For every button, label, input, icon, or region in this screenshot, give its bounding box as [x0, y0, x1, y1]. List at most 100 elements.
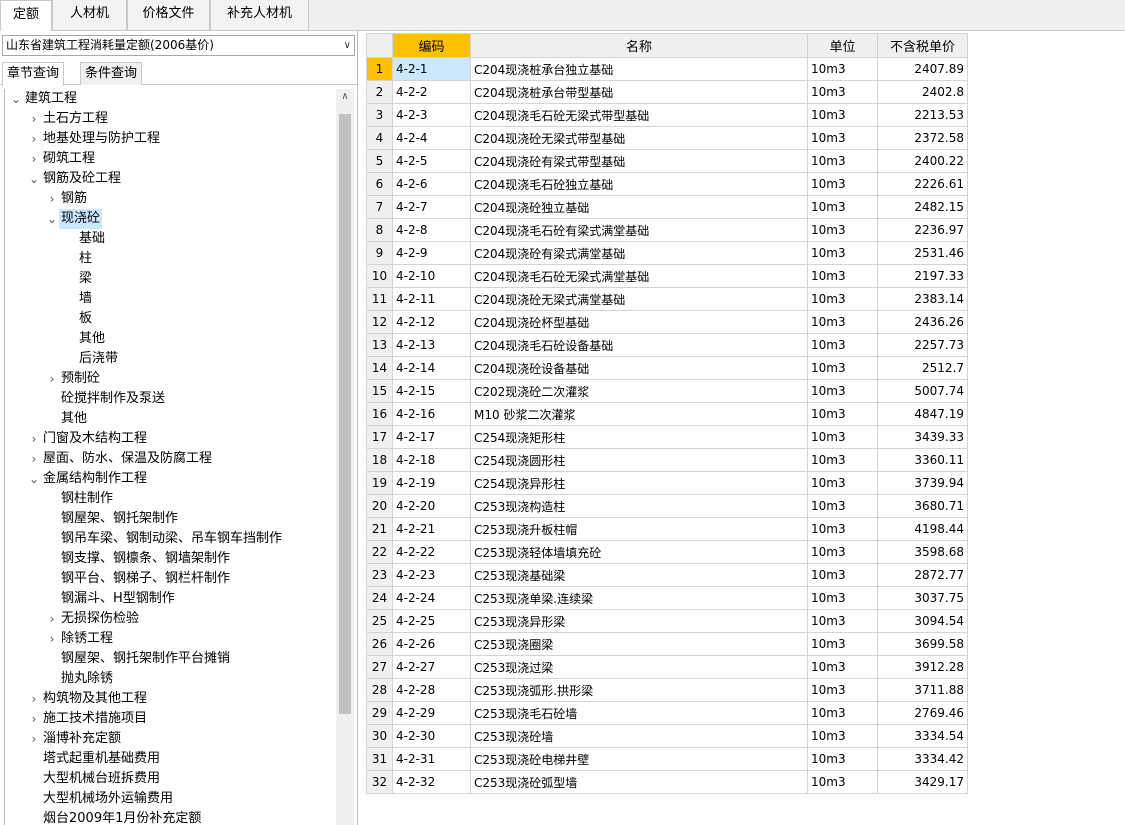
code-cell[interactable]: 4-2-3	[392, 103, 471, 127]
unit-cell[interactable]: 10m3	[807, 103, 878, 127]
price-cell[interactable]: 3680.71	[877, 494, 968, 518]
name-cell[interactable]: C204现浇桩承台带型基础	[470, 80, 808, 104]
tree-collapsed-icon[interactable]: ›	[27, 729, 41, 749]
tree-collapsed-icon[interactable]: ›	[27, 429, 41, 449]
name-cell[interactable]: C204现浇砼有梁式满堂基础	[470, 241, 808, 265]
tree-node[interactable]: ⌄ 建筑工程	[5, 89, 335, 109]
unit-cell[interactable]: 10m3	[807, 241, 878, 265]
table-row[interactable]: 13 4-2-13 C204现浇毛石砼设备基础 10m3 2257.73	[366, 333, 968, 357]
tree-collapsed-icon[interactable]: ›	[27, 449, 41, 469]
code-cell[interactable]: 4-2-19	[392, 471, 471, 495]
code-cell[interactable]: 4-2-15	[392, 379, 471, 403]
tree-collapsed-icon[interactable]: ›	[27, 709, 41, 729]
unit-cell[interactable]: 10m3	[807, 149, 878, 173]
table-row[interactable]: 24 4-2-24 C253现浇单梁.连续梁 10m3 3037.75	[366, 586, 968, 610]
price-cell[interactable]: 2257.73	[877, 333, 968, 357]
table-row[interactable]: 30 4-2-30 C253现浇砼墙 10m3 3334.54	[366, 724, 968, 748]
table-row[interactable]: 22 4-2-22 C253现浇轻体墙填充砼 10m3 3598.68	[366, 540, 968, 564]
unit-cell[interactable]: 10m3	[807, 724, 878, 748]
table-row[interactable]: 17 4-2-17 C254现浇矩形柱 10m3 3439.33	[366, 425, 968, 449]
unit-cell[interactable]: 10m3	[807, 80, 878, 104]
tab-condition-search[interactable]: 条件查询	[80, 62, 143, 85]
table-row[interactable]: 26 4-2-26 C253现浇圈梁 10m3 3699.58	[366, 632, 968, 656]
table-row[interactable]: 2 4-2-2 C204现浇桩承台带型基础 10m3 2402.8	[366, 80, 968, 104]
price-cell[interactable]: 3699.58	[877, 632, 968, 656]
tree-collapsed-icon[interactable]: ›	[45, 609, 59, 629]
price-cell[interactable]: 2372.58	[877, 126, 968, 150]
price-cell[interactable]: 3334.42	[877, 747, 968, 771]
table-row[interactable]: 1 4-2-1 C204现浇桩承台独立基础 10m3 2407.89	[366, 57, 968, 81]
name-cell[interactable]: C202现浇砼二次灌浆	[470, 379, 808, 403]
table-row[interactable]: 8 4-2-8 C204现浇毛石砼有梁式满堂基础 10m3 2236.97	[366, 218, 968, 242]
name-cell[interactable]: C254现浇异形柱	[470, 471, 808, 495]
table-row[interactable]: 18 4-2-18 C254现浇圆形柱 10m3 3360.11	[366, 448, 968, 472]
table-row[interactable]: 15 4-2-15 C202现浇砼二次灌浆 10m3 5007.74	[366, 379, 968, 403]
code-cell[interactable]: 4-2-25	[392, 609, 471, 633]
tree-node[interactable]: 烟台2009年1月份补充定额	[5, 809, 335, 825]
tree-collapsed-icon[interactable]: ›	[45, 189, 59, 209]
name-cell[interactable]: C253现浇轻体墙填充砼	[470, 540, 808, 564]
unit-cell[interactable]: 10m3	[807, 770, 878, 794]
name-cell[interactable]: C253现浇砼弧型墙	[470, 770, 808, 794]
tree-node[interactable]: 柱	[5, 249, 335, 269]
tree-collapsed-icon[interactable]: ›	[27, 149, 41, 169]
unit-cell[interactable]: 10m3	[807, 402, 878, 426]
tree-node[interactable]: › 除锈工程	[5, 629, 335, 649]
tree-node[interactable]: 钢柱制作	[5, 489, 335, 509]
name-cell[interactable]: C204现浇砼无梁式带型基础	[470, 126, 808, 150]
price-cell[interactable]: 2383.14	[877, 287, 968, 311]
table-row[interactable]: 29 4-2-29 C253现浇毛石砼墙 10m3 2769.46	[366, 701, 968, 725]
price-column-header[interactable]: 不含税单价	[877, 33, 968, 58]
tree-collapsed-icon[interactable]: ›	[27, 689, 41, 709]
code-cell[interactable]: 4-2-8	[392, 218, 471, 242]
code-cell[interactable]: 4-2-30	[392, 724, 471, 748]
name-cell[interactable]: C204现浇砼无梁式满堂基础	[470, 287, 808, 311]
code-cell[interactable]: 4-2-10	[392, 264, 471, 288]
code-cell[interactable]: 4-2-26	[392, 632, 471, 656]
table-row[interactable]: 25 4-2-25 C253现浇异形梁 10m3 3094.54	[366, 609, 968, 633]
price-cell[interactable]: 2436.26	[877, 310, 968, 334]
unit-cell[interactable]: 10m3	[807, 563, 878, 587]
price-cell[interactable]: 3334.54	[877, 724, 968, 748]
code-cell[interactable]: 4-2-16	[392, 402, 471, 426]
name-cell[interactable]: C204现浇毛石砼无梁式满堂基础	[470, 264, 808, 288]
table-row[interactable]: 16 4-2-16 M10 砂浆二次灌浆 10m3 4847.19	[366, 402, 968, 426]
tree-node[interactable]: 板	[5, 309, 335, 329]
unit-cell[interactable]: 10m3	[807, 701, 878, 725]
tree-node[interactable]: › 施工技术措施项目	[5, 709, 335, 729]
code-cell[interactable]: 4-2-6	[392, 172, 471, 196]
unit-cell[interactable]: 10m3	[807, 333, 878, 357]
name-cell[interactable]: C204现浇毛石砼设备基础	[470, 333, 808, 357]
price-cell[interactable]: 3037.75	[877, 586, 968, 610]
unit-cell[interactable]: 10m3	[807, 287, 878, 311]
tree-node[interactable]: 钢屋架、钢托架制作	[5, 509, 335, 529]
price-cell[interactable]: 3429.17	[877, 770, 968, 794]
tree-collapsed-icon[interactable]: ›	[45, 369, 59, 389]
table-row[interactable]: 6 4-2-6 C204现浇毛石砼独立基础 10m3 2226.61	[366, 172, 968, 196]
tree-node[interactable]: 后浇带	[5, 349, 335, 369]
tree-node[interactable]: › 土石方工程	[5, 109, 335, 129]
tree-node[interactable]: 梁	[5, 269, 335, 289]
price-cell[interactable]: 2407.89	[877, 57, 968, 81]
table-row[interactable]: 9 4-2-9 C204现浇砼有梁式满堂基础 10m3 2531.46	[366, 241, 968, 265]
tree-node[interactable]: 墙	[5, 289, 335, 309]
tree-node[interactable]: › 预制砼	[5, 369, 335, 389]
name-cell[interactable]: C253现浇构造柱	[470, 494, 808, 518]
tree-collapsed-icon[interactable]: ›	[45, 629, 59, 649]
price-cell[interactable]: 3598.68	[877, 540, 968, 564]
name-cell[interactable]: C253现浇毛石砼墙	[470, 701, 808, 725]
unit-column-header[interactable]: 单位	[807, 33, 878, 58]
price-cell[interactable]: 3739.94	[877, 471, 968, 495]
unit-cell[interactable]: 10m3	[807, 586, 878, 610]
name-cell[interactable]: C204现浇砼设备基础	[470, 356, 808, 380]
tree-node[interactable]: ⌄ 钢筋及砼工程	[5, 169, 335, 189]
price-cell[interactable]: 3439.33	[877, 425, 968, 449]
price-cell[interactable]: 2769.46	[877, 701, 968, 725]
price-cell[interactable]: 5007.74	[877, 379, 968, 403]
unit-cell[interactable]: 10m3	[807, 471, 878, 495]
name-cell[interactable]: C204现浇砼独立基础	[470, 195, 808, 219]
unit-cell[interactable]: 10m3	[807, 425, 878, 449]
name-cell[interactable]: C204现浇砼杯型基础	[470, 310, 808, 334]
tree-node[interactable]: 钢屋架、钢托架制作平台摊销	[5, 649, 335, 669]
tree-node[interactable]: › 砌筑工程	[5, 149, 335, 169]
